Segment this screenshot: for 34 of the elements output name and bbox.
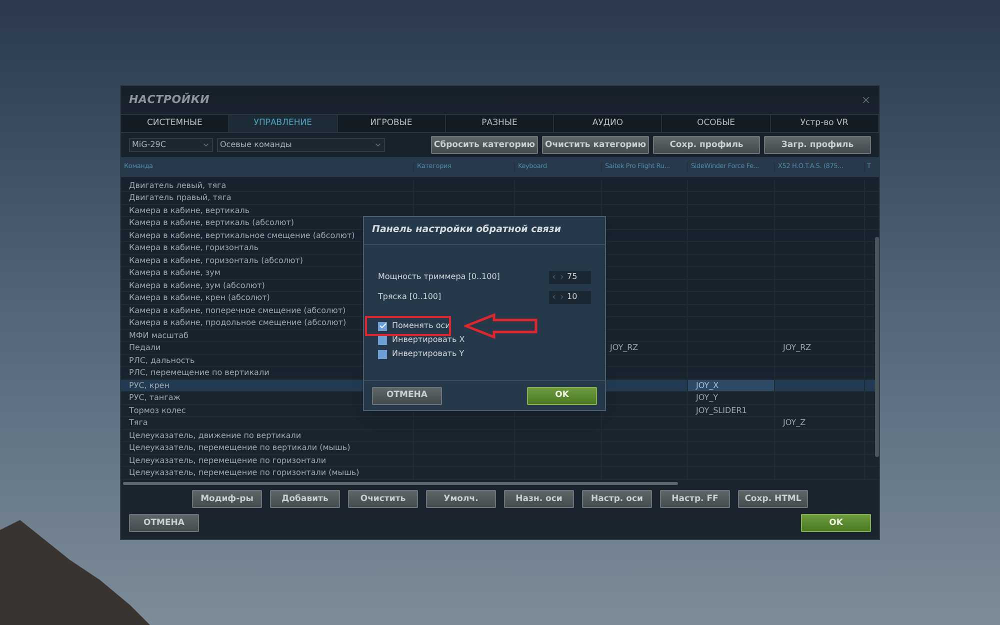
command-cell: Камера в кабине, продольное смещение (абсолют): [129, 319, 346, 328]
command-cell: Камера в кабине, горизонталь: [129, 244, 259, 252]
command-cell: МФИ масштаб: [129, 332, 188, 340]
command-cell: Камера в кабине, поперечное смещение (абсолют): [129, 306, 346, 315]
command-cell: Камера в кабине, вертикальное смещение (абсолют): [129, 232, 355, 240]
command-cell: Камера в кабине, зум (абсолют): [129, 282, 265, 290]
binding-cell-text: JOY_RZ: [608, 344, 640, 352]
command-cell: Педали: [129, 344, 161, 352]
binding-cell-text: JOY_Y: [694, 394, 719, 402]
binding-cell-text: JOY_Z: [782, 419, 807, 428]
command-cell: РУС, тангаж: [129, 394, 180, 402]
command-cell: Целеуказатель, движение по вертикали: [129, 432, 302, 440]
command-cell: Двигатель левый, тяга: [129, 182, 226, 190]
command-cell: Целеуказатель, перемещение по горизонтали (мышь): [129, 469, 360, 478]
command-cell: Камера в кабине, крен (абсолют): [129, 294, 270, 302]
command-cell: Тяга: [129, 419, 148, 428]
command-cell: Камера в кабине, вертикаль: [129, 206, 250, 215]
binding-cell-text: JOY_RZ: [782, 344, 812, 352]
checkbox-label: Инвертировать X: [392, 334, 465, 346]
command-cell: Двигатель правый, тяга: [129, 194, 232, 202]
command-cell: Тормоз колес: [129, 406, 186, 415]
command-cell: Камера в кабине, горизонталь (абсолют): [129, 256, 303, 265]
binding-cell: JOY_X: [688, 380, 774, 392]
command-cell: Целеуказатель, перемещение по вертикали (мышь): [129, 444, 350, 452]
window-title: НАСТРОЙКИ: [129, 92, 210, 108]
binding-cell-text: JOY_SLIDER1: [694, 406, 748, 415]
command-cell: Камера в кабине, зум: [129, 269, 220, 278]
dialog-title: Панель настройки обратной связи: [372, 223, 561, 238]
field-label: Тряска [0..100]: [378, 291, 442, 303]
command-cell: Целеуказатель, перемещение по горизонтали: [129, 456, 326, 465]
command-cell: РУС, крен: [129, 382, 170, 390]
command-cell: РЛС, дальность: [129, 356, 195, 365]
command-cell: Камера в кабине, вертикаль (абсолют): [129, 219, 294, 228]
command-cell: РЛС, перемещение по вертикали: [129, 369, 270, 378]
